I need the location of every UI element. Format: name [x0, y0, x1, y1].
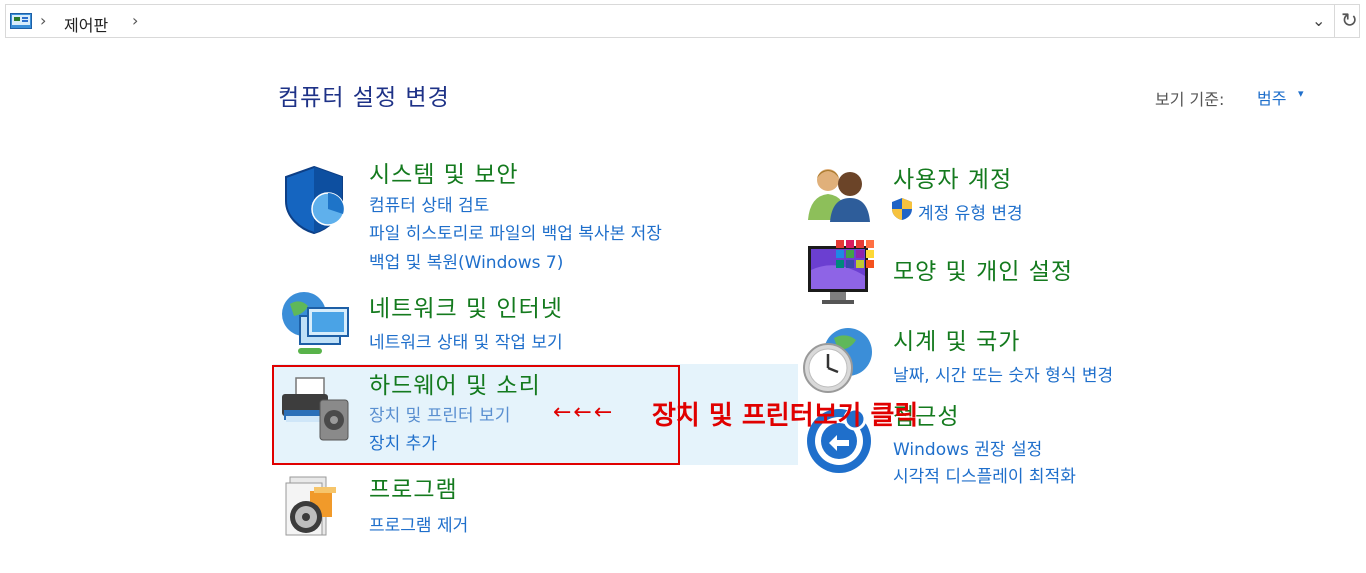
divider: [1334, 5, 1335, 37]
category-user-accounts[interactable]: 사용자 계정: [893, 160, 1012, 194]
link-change-account-type[interactable]: 계정 유형 변경: [918, 199, 1023, 224]
chevron-down-icon[interactable]: ⌄: [1312, 11, 1325, 30]
annotation-text: 장치 및 프린터보기 클릭: [652, 401, 919, 431]
link-review-status[interactable]: 컴퓨터 상태 검토: [369, 191, 489, 216]
dropdown-arrow-icon[interactable]: ▾: [1298, 87, 1304, 100]
refresh-icon[interactable]: ↻: [1341, 8, 1358, 32]
link-network-status[interactable]: 네트워크 상태 및 작업 보기: [369, 328, 563, 353]
annotation-arrows: ←←←: [553, 400, 615, 425]
network-globe-icon[interactable]: [278, 288, 352, 360]
annotation-highlight-box: [272, 365, 680, 465]
shield-icon[interactable]: [280, 163, 348, 235]
view-by-dropdown[interactable]: 범주: [1257, 85, 1286, 109]
category-clock-region[interactable]: 시계 및 국가: [893, 322, 1020, 356]
category-network-internet[interactable]: 네트워크 및 인터넷: [369, 289, 563, 323]
personalization-monitor-icon[interactable]: [806, 240, 876, 308]
user-accounts-icon[interactable]: [806, 164, 872, 224]
link-optimize-visual-display[interactable]: 시각적 디스플레이 최적화: [893, 462, 1076, 487]
breadcrumb-control-panel[interactable]: 제어판: [64, 12, 108, 36]
uac-shield-icon: [892, 198, 912, 220]
category-appearance-personalization[interactable]: 모양 및 개인 설정: [893, 252, 1073, 286]
category-programs[interactable]: 프로그램: [369, 470, 458, 504]
link-windows-recommended-settings[interactable]: Windows 권장 설정: [893, 435, 1042, 460]
view-by-label: 보기 기준:: [1155, 90, 1225, 109]
link-backup-restore[interactable]: 백업 및 복원(Windows 7): [369, 248, 563, 273]
clock-globe-icon[interactable]: [802, 324, 874, 396]
page-title: 컴퓨터 설정 변경: [278, 85, 450, 111]
control-panel-icon: [10, 13, 32, 29]
link-uninstall-program[interactable]: 프로그램 제거: [369, 511, 468, 536]
breadcrumb-separator[interactable]: ›: [132, 11, 138, 30]
category-system-security[interactable]: 시스템 및 보안: [369, 155, 519, 189]
breadcrumb-separator: ›: [40, 11, 47, 30]
address-bar[interactable]: › 제어판 › ⌄ ↻: [5, 4, 1360, 38]
link-file-history[interactable]: 파일 히스토리로 파일의 백업 복사본 저장: [369, 219, 662, 244]
link-change-date-time-format[interactable]: 날짜, 시간 또는 숫자 형식 변경: [893, 361, 1113, 386]
programs-icon[interactable]: [284, 473, 346, 539]
